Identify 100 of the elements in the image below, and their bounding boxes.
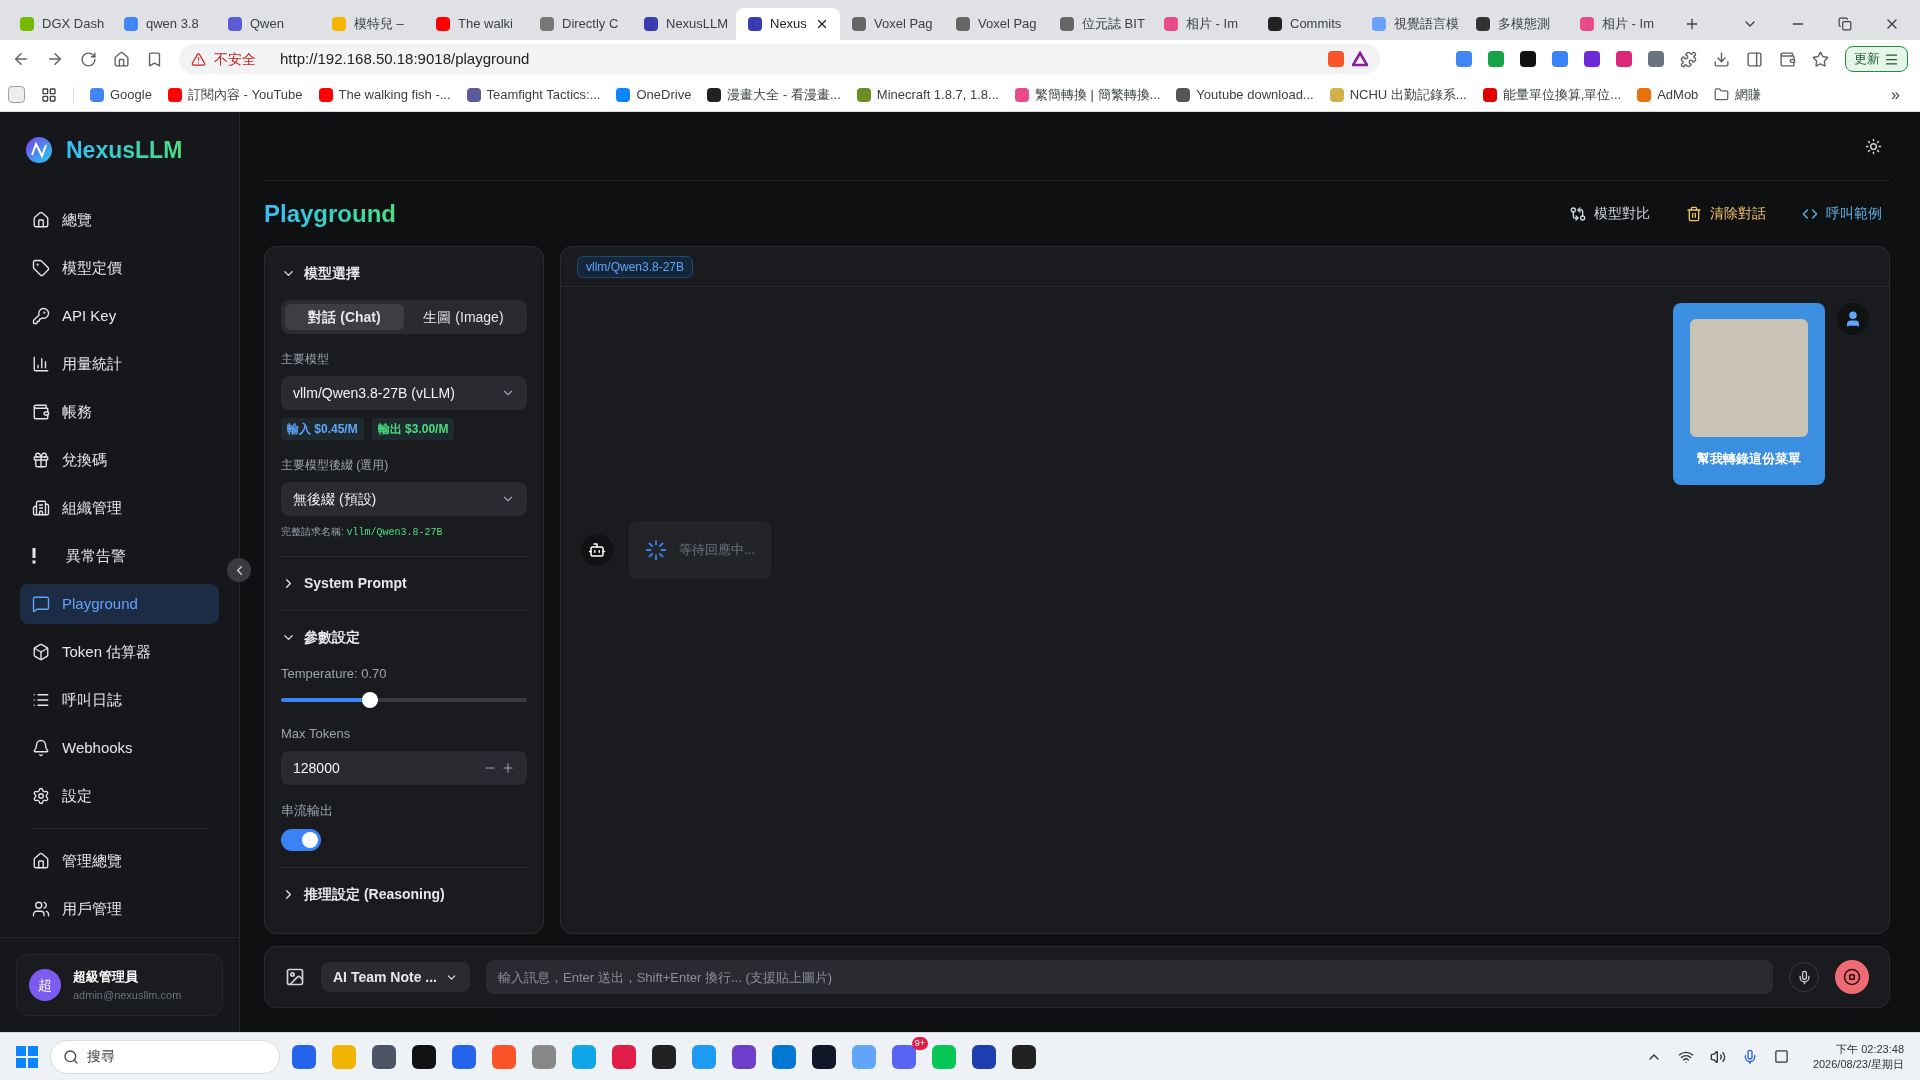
collapse-sidebar-button[interactable] <box>227 558 251 582</box>
browser-tab[interactable]: Directly C <box>528 8 632 40</box>
slider-thumb[interactable] <box>361 691 378 708</box>
header-action-button[interactable]: 清除對話 <box>1686 203 1766 224</box>
sidebar-item[interactable]: 用戶管理 <box>20 889 219 929</box>
mode-tab[interactable]: 生圖 (Image) <box>404 304 523 330</box>
forward-icon[interactable] <box>46 50 64 68</box>
reload-icon[interactable] <box>80 50 97 68</box>
update-button[interactable]: 更新 <box>1845 46 1908 72</box>
bookmark-item[interactable]: The walking fish -... <box>318 84 451 105</box>
sidebar-item[interactable]: API Key <box>20 296 219 336</box>
bookmark-favicon-icon <box>466 87 481 102</box>
browser-tab[interactable]: Qwen <box>216 8 320 40</box>
sidebar-icon[interactable] <box>1746 50 1763 68</box>
restore-icon[interactable] <box>1838 17 1852 31</box>
back-icon[interactable] <box>12 50 30 68</box>
extension-icon[interactable] <box>1520 51 1536 67</box>
sidebar-item[interactable]: 管理總覽 <box>20 841 219 881</box>
section-header[interactable]: 模型選擇 <box>281 263 527 284</box>
volume-icon[interactable] <box>1709 1048 1726 1065</box>
sidebar-item[interactable]: 組織管理 <box>20 488 219 528</box>
browser-tab[interactable]: 相片 - Im <box>1152 8 1256 40</box>
bookmark-item[interactable]: AdMob <box>1637 84 1699 105</box>
sidebar-item[interactable]: Webhooks <box>20 728 219 768</box>
bookmark-item[interactable]: Minecraft 1.8.7, 1.8... <box>856 84 999 105</box>
browser-tab[interactable]: 視覺語言模 <box>1360 8 1464 40</box>
browser-tab[interactable]: The walki <box>424 8 528 40</box>
sidebar-item[interactable]: 呼叫日誌 <box>20 680 219 720</box>
triangle-icon[interactable] <box>1352 51 1368 67</box>
browser-tab[interactable]: 相片 - Im <box>1568 8 1672 40</box>
sidebar-item[interactable]: Token 估算器 <box>20 632 219 672</box>
extensions-icon[interactable] <box>1680 50 1697 68</box>
sidebar-item[interactable]: 用量統計 <box>20 344 219 384</box>
home-icon[interactable] <box>113 50 130 68</box>
bookmark-icon[interactable] <box>146 50 163 68</box>
bookmark-title: NCHU 出勤記錄系... <box>1349 85 1467 104</box>
sidebar-item[interactable]: 總覽 <box>20 200 219 240</box>
mode-dropdown[interactable]: AI Team Note ... <box>321 962 470 992</box>
sidebar-item[interactable]: 模型定價 <box>20 248 219 288</box>
model-select[interactable]: vllm/Qwen3.8-27B (vLLM) <box>281 376 527 410</box>
wallet-icon[interactable] <box>1779 50 1796 68</box>
taskbar-search[interactable]: 搜尋 <box>50 1039 280 1074</box>
more-bookmarks-button[interactable]: » <box>1891 82 1912 107</box>
bookmark-item[interactable]: 繁簡轉換 | 簡繁轉換... <box>1014 84 1161 105</box>
app-icon[interactable] <box>412 1044 436 1069</box>
bookmark-item[interactable]: 訂閱內容 - YouTube <box>167 84 303 105</box>
extension-icon[interactable] <box>1584 51 1600 67</box>
mode-tab[interactable]: 對話 (Chat) <box>285 304 404 330</box>
sidebar-item[interactable]: 異常告警 <box>20 536 219 576</box>
browser-tab[interactable]: 多模態測 <box>1464 8 1568 40</box>
browser-tab[interactable]: qwen 3.8 <box>112 8 216 40</box>
bookmark-item[interactable]: 網賺 <box>1714 84 1762 105</box>
bookmark-item[interactable]: Teamfight Tactics:... <box>466 84 601 105</box>
browser-tab[interactable]: NexusLLM <box>632 8 736 40</box>
message-input[interactable]: 輸入訊息，Enter 送出，Shift+Enter 換行... (支援貼上圖片) <box>486 960 1773 994</box>
app-icon[interactable] <box>972 1044 996 1069</box>
suffix-select[interactable]: 無後綴 (預設) <box>281 482 527 516</box>
app-icon[interactable] <box>652 1044 676 1069</box>
address-bar[interactable]: 不安全 http://192.168.50.18:9018/playground <box>179 44 1380 74</box>
start-icon[interactable] <box>16 1045 38 1068</box>
sidebar-item[interactable]: 兌換碼 <box>20 440 219 480</box>
bookmark-item[interactable]: 漫畫大全 - 看漫畫... <box>707 84 841 105</box>
new-tab-icon[interactable] <box>1684 16 1700 32</box>
bookmark-item[interactable]: NCHU 出勤記錄系... <box>1329 84 1467 105</box>
theme-toggle-icon[interactable] <box>1865 137 1882 155</box>
app-icon[interactable] <box>372 1044 396 1069</box>
header-action-button[interactable]: 呼叫範例 <box>1802 203 1882 224</box>
max-tokens-field[interactable]: 128000 <box>281 751 527 785</box>
app-icon[interactable] <box>1012 1044 1036 1069</box>
user-card[interactable]: 超 超級管理員 admin@nexusllm.com <box>16 954 223 1016</box>
download-icon[interactable] <box>1713 50 1730 68</box>
browser-tab[interactable]: Commits <box>1256 8 1360 40</box>
bookmark-item[interactable]: 能量單位換算,單位... <box>1482 84 1622 105</box>
stream-toggle[interactable] <box>281 828 321 851</box>
tray-icon[interactable] <box>1773 1049 1789 1064</box>
bookmark-item[interactable]: Google <box>90 84 152 105</box>
increment-icon[interactable] <box>501 761 515 775</box>
browser-tab[interactable]: Voxel Pag <box>944 8 1048 40</box>
stop-button[interactable] <box>1835 960 1869 994</box>
app-icon[interactable] <box>812 1044 836 1069</box>
sidebar-item[interactable]: 設定 <box>20 776 219 816</box>
browser-tab[interactable]: Nexus <box>736 8 840 40</box>
header-action-button[interactable]: 模型對比 <box>1570 203 1650 224</box>
sidebar-toggle-icon[interactable] <box>8 86 25 103</box>
temperature-slider[interactable] <box>281 691 527 708</box>
bookmark-item[interactable]: OneDrive <box>616 84 692 105</box>
section-header[interactable]: 參數設定 <box>281 627 527 648</box>
clear-icon <box>1686 205 1702 222</box>
section-header[interactable]: 推理設定 (Reasoning) <box>281 883 527 905</box>
sidebar-item[interactable]: Playground <box>20 584 219 624</box>
section-header[interactable]: System Prompt <box>281 573 527 594</box>
image-upload-icon[interactable] <box>285 967 305 987</box>
apps-icon[interactable] <box>41 86 57 103</box>
browser-tab[interactable]: 位元誌 BIT <box>1048 8 1152 40</box>
browser-tab[interactable]: 模特兒 – <box>320 8 424 40</box>
star-icon[interactable] <box>1812 50 1829 68</box>
sidebar-item[interactable]: 帳務 <box>20 392 219 432</box>
browser-tab[interactable]: Voxel Pag <box>840 8 944 40</box>
bookmark-item[interactable]: Youtube download... <box>1176 84 1314 105</box>
browser-tab[interactable]: DGX Dash <box>8 8 112 40</box>
